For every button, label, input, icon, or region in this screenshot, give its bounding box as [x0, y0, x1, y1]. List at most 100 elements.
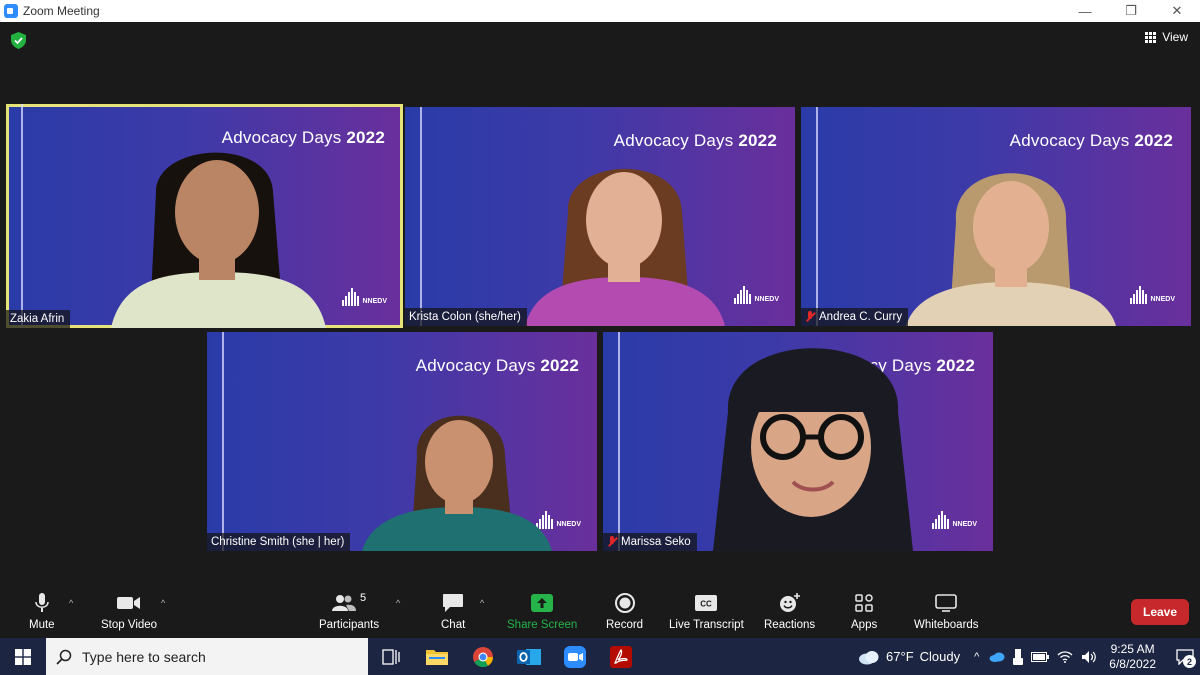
notification-center-button[interactable]: 2 [1170, 638, 1200, 675]
video-tile-christine-smith[interactable]: Advocacy Days 2022 NNEDV Christine Smith… [207, 332, 597, 551]
zoom-app-icon [4, 4, 18, 18]
muted-mic-icon [607, 536, 617, 548]
notification-count: 2 [1183, 655, 1196, 668]
speaker-volume-icon [1082, 650, 1097, 663]
audio-options-caret[interactable]: ^ [69, 598, 73, 608]
nnedv-logo: NNEDV [734, 286, 779, 304]
participant-name-tag: Christine Smith (she | her) [207, 533, 351, 551]
chrome-icon [473, 646, 494, 667]
chat-options-caret[interactable]: ^ [480, 598, 484, 608]
whiteboards-button[interactable]: Whiteboards [914, 592, 979, 631]
participants-icon: 5 [331, 592, 367, 614]
share-screen-icon [531, 592, 554, 614]
share-screen-button[interactable]: Share Screen [507, 592, 577, 631]
file-explorer-button[interactable] [414, 638, 460, 675]
live-transcript-button[interactable]: CC Live Transcript [669, 592, 744, 631]
video-tile-zakia-afrin[interactable]: Advocacy Days 2022 NNEDV Zakia Afrin [6, 104, 403, 328]
backdrop-line [21, 104, 23, 328]
acrobat-button[interactable] [598, 638, 644, 675]
video-tile-marissa-seko[interactable]: acy Days 2022 NNEDV Marissa Seko [603, 332, 993, 551]
participant-video [362, 415, 552, 551]
svg-text:CC: CC [701, 600, 713, 609]
chat-bubble-icon [442, 592, 464, 614]
clock-time: 9:25 AM [1110, 641, 1155, 656]
apps-button[interactable]: Apps [851, 592, 877, 631]
event-banner: Advocacy Days 2022 [613, 131, 777, 150]
participants-options-caret[interactable]: ^ [396, 598, 400, 608]
window-title: Zoom Meeting [23, 4, 100, 18]
backdrop-line [618, 332, 620, 551]
chat-button[interactable]: Chat [441, 592, 465, 631]
clock-date: 6/8/2022 [1109, 656, 1156, 671]
onedrive-cloud-icon [989, 652, 1005, 662]
participant-name-tag: Marissa Seko [603, 533, 697, 551]
meeting-control-bar: Mute ^ Stop Video ^ 5 Participants ^ Cha… [0, 584, 1200, 638]
windows-logo-icon [15, 648, 31, 665]
window-controls: — ❐ ✕ [1062, 0, 1200, 22]
microphone-icon [35, 592, 49, 614]
event-banner: Advocacy Days 2022 [415, 356, 579, 375]
participant-video [525, 168, 725, 326]
participant-name-tag: Andrea C. Curry [801, 308, 909, 326]
weather-temp[interactable]: 67°F [886, 649, 914, 664]
leave-meeting-button[interactable]: Leave [1131, 599, 1189, 625]
smiley-plus-icon [779, 592, 801, 614]
mute-button[interactable]: Mute [29, 592, 55, 631]
cloudy-weather-icon [859, 650, 879, 664]
battery-icon [1031, 651, 1050, 662]
participants-button[interactable]: 5 Participants [319, 592, 379, 631]
record-icon [614, 592, 635, 614]
backdrop-line [420, 107, 422, 326]
view-button[interactable]: View [1145, 30, 1188, 44]
participant-video [713, 348, 913, 551]
record-button[interactable]: Record [606, 592, 643, 631]
nnedv-logo: NNEDV [932, 511, 977, 529]
backdrop-line [816, 107, 818, 326]
muted-mic-icon [805, 311, 815, 323]
grid-icon [1145, 31, 1157, 43]
apps-icon [855, 592, 873, 614]
folder-icon [426, 649, 448, 665]
participant-name-tag: Zakia Afrin [6, 310, 71, 328]
video-options-caret[interactable]: ^ [161, 598, 165, 608]
nnedv-logo: NNEDV [1130, 286, 1175, 304]
start-button[interactable] [0, 638, 46, 675]
task-view-icon [382, 648, 400, 665]
close-button[interactable]: ✕ [1154, 0, 1200, 22]
participant-video [906, 173, 1116, 326]
zoom-taskbar-button[interactable] [552, 638, 598, 675]
taskbar-clock[interactable]: 9:25 AM 6/8/2022 [1109, 642, 1156, 672]
nnedv-logo: NNEDV [342, 288, 387, 306]
closed-caption-icon: CC [695, 592, 718, 614]
restore-button[interactable]: ❐ [1108, 0, 1154, 22]
outlook-icon [517, 648, 541, 665]
outlook-button[interactable] [506, 638, 552, 675]
participants-count: 5 [359, 592, 367, 604]
encryption-shield-icon[interactable] [11, 32, 26, 49]
search-placeholder: Type here to search [82, 648, 206, 665]
minimize-button[interactable]: — [1062, 0, 1108, 22]
event-banner: Advocacy Days 2022 [1009, 131, 1173, 150]
windows-taskbar: Type here to search 67°F Cloudy ^ 9:25 A… [0, 638, 1200, 675]
video-camera-icon [117, 592, 141, 614]
participant-video [111, 152, 326, 328]
wifi-icon [1057, 650, 1073, 663]
acrobat-icon [610, 645, 632, 668]
video-tile-krista-colon[interactable]: Advocacy Days 2022 NNEDV Krista Colon (s… [405, 107, 795, 326]
window-titlebar: Zoom Meeting — ❐ ✕ [0, 0, 1200, 22]
zoom-icon [564, 645, 586, 668]
show-hidden-icons-caret[interactable]: ^ [974, 651, 979, 663]
stop-video-button[interactable]: Stop Video [101, 592, 157, 631]
taskbar-search-box[interactable]: Type here to search [46, 638, 368, 675]
task-view-button[interactable] [368, 638, 414, 675]
search-icon [56, 649, 72, 665]
video-tile-andrea-curry[interactable]: Advocacy Days 2022 NNEDV Andrea C. Curry [801, 107, 1191, 326]
backdrop-line [222, 332, 224, 551]
view-label: View [1162, 30, 1188, 44]
whiteboard-icon [935, 592, 958, 614]
weather-description[interactable]: Cloudy [920, 649, 960, 664]
usb-device-icon [1013, 648, 1024, 665]
chrome-button[interactable] [460, 638, 506, 675]
reactions-button[interactable]: Reactions [764, 592, 815, 631]
participant-name-tag: Krista Colon (she/her) [405, 308, 527, 326]
